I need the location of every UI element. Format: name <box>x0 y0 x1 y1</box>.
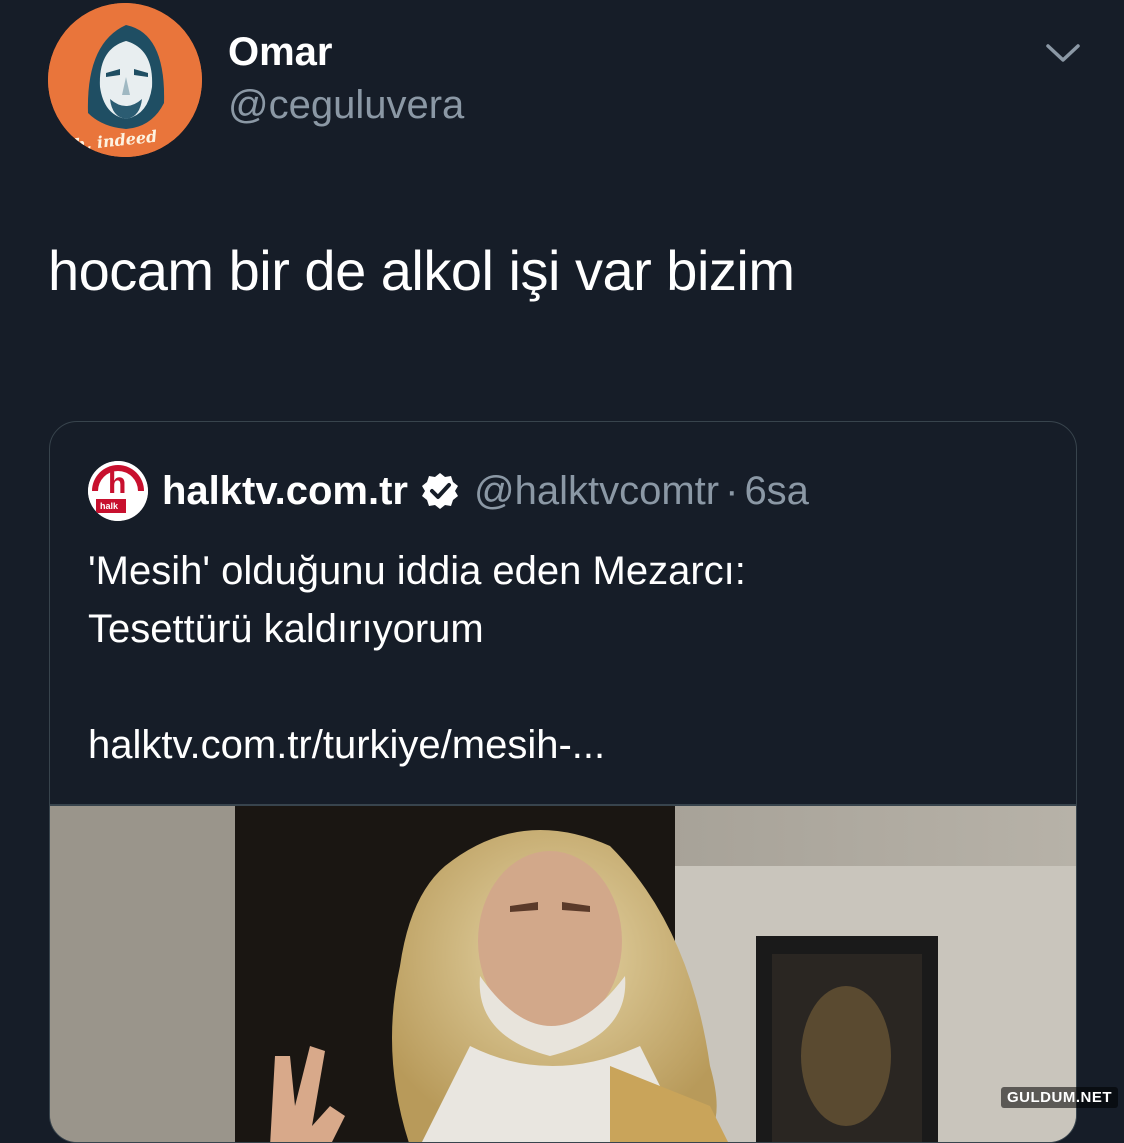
quoted-tweet-image[interactable] <box>50 806 1076 1142</box>
quoted-tweet-header: h halk halktv.com.tr @halktvcomtr · 6sa <box>88 460 809 522</box>
header-separator: · <box>725 468 739 513</box>
photo-man-long-hair <box>50 806 1076 1142</box>
tweet-text: hocam bir de alkol işi var bizim <box>48 239 795 302</box>
halktv-logo-letter: h <box>108 467 127 500</box>
quoted-tweet-link[interactable]: halktv.com.tr/turkiye/mesih-... <box>88 716 605 774</box>
author-handle[interactable]: @ceguluvera <box>228 82 464 128</box>
quoted-author-name[interactable]: halktv.com.tr <box>162 469 408 514</box>
watermark: GULDUM.NET <box>1001 1087 1118 1108</box>
quoted-text-line: 'Mesih' olduğunu iddia eden Mezarcı: <box>88 549 746 593</box>
halktv-logo-icon[interactable]: h halk <box>88 461 148 521</box>
avatar[interactable]: h, indeed <box>48 3 202 157</box>
quoted-text-line: Tesettürü kaldırıyorum <box>88 607 484 651</box>
quoted-author-handle[interactable]: @halktvcomtr <box>474 469 719 514</box>
verified-badge-icon <box>422 473 458 509</box>
halktv-logo-caption: halk <box>100 501 119 511</box>
quoted-tweet-text: 'Mesih' olduğunu iddia eden Mezarcı: Tes… <box>88 542 746 658</box>
author-display-name[interactable]: Omar <box>228 30 333 74</box>
quoted-tweet-card[interactable]: h halk halktv.com.tr @halktvcomtr · 6sa … <box>49 421 1077 1143</box>
tweet-menu-button[interactable] <box>1040 36 1086 72</box>
chevron-down-icon <box>1046 44 1080 62</box>
quoted-timestamp[interactable]: 6sa <box>744 469 809 514</box>
